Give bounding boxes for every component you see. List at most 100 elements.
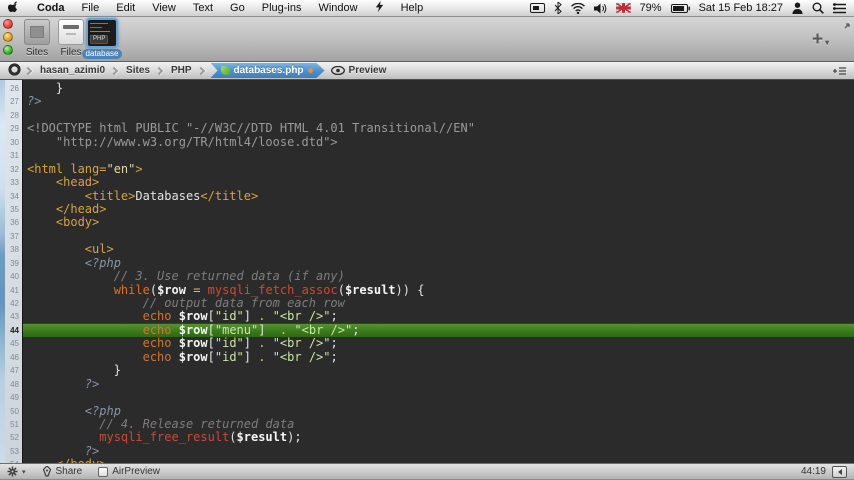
status-bar: ▾ Share AirPreview 44:19 bbox=[0, 463, 854, 480]
keyboard-layout-flag-icon[interactable] bbox=[615, 3, 631, 13]
apple-menu-icon[interactable] bbox=[8, 0, 20, 16]
code-text: ?> bbox=[27, 94, 42, 109]
sites-icon bbox=[24, 19, 50, 45]
volume-icon[interactable] bbox=[593, 3, 607, 14]
code-text: echo $row["id"] . "<br />"; bbox=[142, 309, 338, 324]
collapse-panel-icon[interactable] bbox=[832, 465, 847, 478]
open-document-tab[interactable]: PHP database bbox=[81, 18, 123, 59]
code-line[interactable]: 34 <title>Databases</title> bbox=[0, 189, 854, 203]
code-line[interactable]: 37 bbox=[0, 230, 854, 243]
add-document-button[interactable]: + ▾ bbox=[812, 29, 836, 51]
code-line[interactable]: 26 } bbox=[0, 81, 854, 95]
menu-bar-clock[interactable]: Sat 15 Feb 18:27 bbox=[699, 2, 783, 14]
code-text: <body> bbox=[55, 215, 100, 230]
menu-bar: Coda File Edit View Text Go Plug-ins Win… bbox=[0, 0, 854, 17]
code-line[interactable]: 27 ?> bbox=[0, 95, 854, 108]
line-number: 37 bbox=[10, 231, 19, 241]
active-file-tab[interactable]: databases.php bbox=[211, 63, 325, 78]
code-line[interactable]: 29 <!DOCTYPE html PUBLIC "-//W3C//DTD HTM… bbox=[0, 122, 854, 135]
code-editor[interactable]: 26 } 27 ?> 28 29 <!DOCTYPE html PUBLIC "-//W3… bbox=[0, 80, 854, 463]
breadcrumb: hasan_azimi0 Sites PHP databases.php Pre… bbox=[0, 62, 854, 80]
code-line[interactable]: 44 echo $row["menu"] . "<br />"; bbox=[0, 322, 854, 338]
line-number: 33 bbox=[10, 178, 19, 188]
notification-center-icon[interactable] bbox=[833, 2, 846, 14]
code-line[interactable]: 33 <head> bbox=[0, 175, 854, 189]
line-number: 44 bbox=[10, 325, 19, 335]
window-zoom-button[interactable] bbox=[3, 45, 13, 55]
code-line[interactable]: 30 "http://www.w3.org/TR/html4/loose.dtd… bbox=[0, 135, 854, 149]
user-menu-icon[interactable] bbox=[792, 2, 803, 14]
code-line[interactable]: 46 echo $row["id"] . "<br />"; bbox=[0, 350, 854, 364]
line-number: 47 bbox=[10, 366, 19, 376]
expand-toolbar-icon[interactable] bbox=[842, 18, 852, 36]
code-line[interactable]: 41 while($row = mysqli_fetch_assoc($resu… bbox=[0, 283, 854, 297]
code-line[interactable]: 45 echo $row["id"] . "<br />"; bbox=[0, 337, 854, 350]
line-number: 31 bbox=[10, 151, 19, 161]
script-menu-icon[interactable] bbox=[375, 0, 384, 16]
code-line[interactable]: 31 bbox=[0, 149, 854, 162]
menu-item-window[interactable]: Window bbox=[318, 2, 357, 14]
menu-item-plugins[interactable]: Plug-ins bbox=[262, 2, 302, 14]
document-tab-label: database bbox=[81, 49, 123, 59]
settings-menu-button[interactable]: ▾ bbox=[7, 466, 26, 477]
line-number: 30 bbox=[10, 137, 19, 147]
toolbar: Sites Files PHP database + ▾ bbox=[0, 17, 854, 62]
code-text: <!DOCTYPE html PUBLIC "-//W3C//DTD HTML … bbox=[27, 121, 475, 136]
spotlight-search-icon[interactable] bbox=[812, 2, 824, 14]
split-editor-button[interactable] bbox=[830, 66, 848, 76]
eye-icon bbox=[330, 66, 345, 75]
chevron-down-icon: ▾ bbox=[825, 38, 830, 47]
breadcrumb-item-site[interactable]: hasan_azimi0 bbox=[36, 65, 109, 76]
window-close-button[interactable] bbox=[3, 19, 13, 29]
code-line[interactable]: 39 <?php bbox=[0, 256, 854, 270]
code-line[interactable]: 47 } bbox=[0, 363, 854, 377]
menu-item-file[interactable]: File bbox=[82, 2, 100, 14]
wifi-icon[interactable] bbox=[570, 2, 585, 14]
code-line[interactable]: 42 // output data from each row bbox=[0, 296, 854, 310]
code-text: </head> bbox=[55, 201, 107, 216]
menu-item-text[interactable]: Text bbox=[193, 2, 213, 14]
battery-icon[interactable] bbox=[670, 3, 690, 13]
cursor-position[interactable]: 44:19 bbox=[801, 466, 826, 477]
code-text: mysqli_free_result($result); bbox=[99, 430, 302, 445]
code-line[interactable]: 36 <body> bbox=[0, 216, 854, 229]
code-line[interactable]: 28 bbox=[0, 109, 854, 122]
line-number: 36 bbox=[10, 218, 19, 228]
breadcrumb-item-sites-folder[interactable]: Sites bbox=[122, 65, 154, 76]
preview-tab[interactable]: Preview bbox=[330, 65, 387, 76]
files-button-label: Files bbox=[60, 47, 82, 58]
code-lines: 26 } 27 ?> 28 29 <!DOCTYPE html PUBLIC "-//W3… bbox=[0, 81, 854, 463]
code-line[interactable]: 40 // 3. Use returned data (if any) bbox=[0, 269, 854, 283]
code-line[interactable]: 51 // 4. Release returned data bbox=[0, 417, 854, 431]
code-line[interactable]: 32 <html lang="en"> bbox=[0, 162, 854, 176]
breadcrumb-item-php-folder[interactable]: PHP bbox=[167, 65, 196, 76]
code-line[interactable]: 48 ?> bbox=[0, 377, 854, 391]
window-minimize-button[interactable] bbox=[3, 32, 13, 42]
line-number: 46 bbox=[10, 352, 19, 362]
code-line[interactable]: 52 mysqli_free_result($result); bbox=[0, 431, 854, 444]
code-line[interactable]: 49 bbox=[0, 391, 854, 404]
menu-item-edit[interactable]: Edit bbox=[116, 2, 135, 14]
code-line[interactable]: 43 echo $row["id"] . "<br />"; bbox=[0, 310, 854, 323]
display-mirroring-icon[interactable] bbox=[529, 2, 545, 14]
code-text: ?> bbox=[27, 443, 100, 458]
menu-item-coda[interactable]: Coda bbox=[37, 2, 65, 14]
airpreview-toggle[interactable]: AirPreview bbox=[98, 466, 160, 477]
code-line[interactable]: 50 <?php bbox=[0, 404, 854, 418]
site-root-icon[interactable] bbox=[8, 62, 21, 79]
code-text: // output data from each row bbox=[27, 296, 345, 310]
line-number: 49 bbox=[10, 393, 19, 403]
menu-item-view[interactable]: View bbox=[152, 2, 176, 14]
document-thumbnail: PHP bbox=[86, 18, 118, 48]
code-text: <ul> bbox=[84, 242, 114, 257]
share-button[interactable]: Share bbox=[42, 466, 82, 477]
code-line[interactable]: 38 <ul> bbox=[0, 243, 854, 256]
breadcrumb-separator-icon bbox=[196, 66, 205, 75]
menu-item-go[interactable]: Go bbox=[230, 2, 245, 14]
code-line[interactable]: 35 </head> bbox=[0, 201, 854, 216]
menu-item-help[interactable]: Help bbox=[401, 2, 424, 14]
preview-tab-label: Preview bbox=[348, 65, 387, 76]
code-line[interactable]: 53 ?> bbox=[0, 443, 854, 458]
line-number: 52 bbox=[10, 433, 19, 443]
bluetooth-icon[interactable] bbox=[554, 2, 562, 14]
